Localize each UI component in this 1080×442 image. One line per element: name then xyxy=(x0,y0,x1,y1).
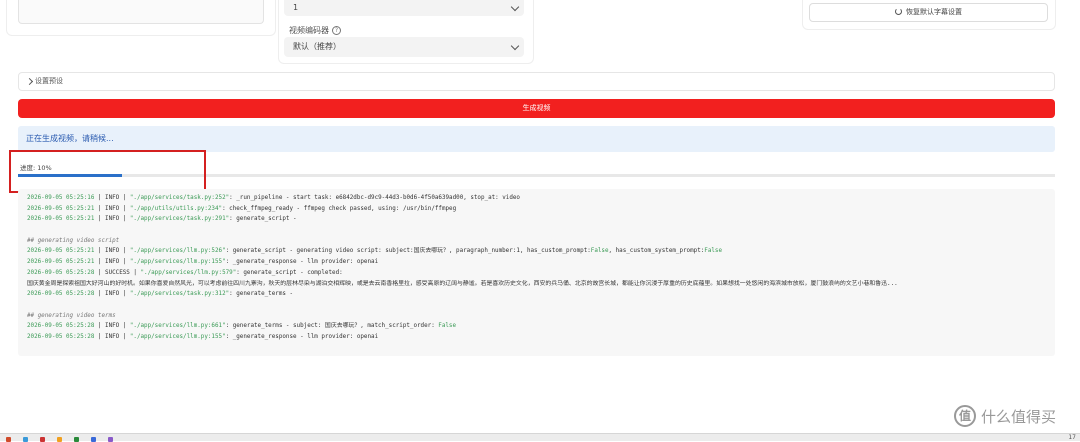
log-text: : generate_script - completed: xyxy=(236,269,343,276)
taskbar-app-icon[interactable] xyxy=(6,437,11,442)
log-timestamp: 2026-09-05 05:25:21 xyxy=(27,248,95,255)
log-source-path: "./app/services/task.py:252" xyxy=(129,195,230,201)
log-lines: 2026-09-05 05:25:16 | INFO | "./app/serv… xyxy=(27,193,1047,343)
log-text: : _generate_response - llm provider: ope… xyxy=(225,333,379,340)
watermark-text: 什么值得买 xyxy=(981,408,1057,426)
taskbar-app-icon[interactable] xyxy=(108,437,113,442)
log-comment: ## generating video terms xyxy=(27,312,116,319)
taskbar-app-icon[interactable] xyxy=(23,437,28,442)
log-text: | INFO | xyxy=(94,195,130,201)
log-line: 2026-09-05 05:25:21 | INFO | "./app/serv… xyxy=(27,246,1047,257)
clip-count-select[interactable]: 1 xyxy=(284,0,524,16)
log-text: : generate_script - generating video scr… xyxy=(225,248,591,255)
codec-select[interactable]: 默认（推荐） xyxy=(284,37,524,57)
log-comment: ## generating video script xyxy=(27,237,120,244)
log-text: | SUCCESS | xyxy=(94,269,141,276)
log-text: : generate_script - xyxy=(229,216,297,223)
chevron-down-icon xyxy=(510,41,520,51)
chevron-right-icon xyxy=(25,77,34,86)
log-text: False xyxy=(590,248,609,255)
log-source-path: "./app/services/task.py:291" xyxy=(129,216,230,223)
status-banner: 正在生成视频，请稍候... xyxy=(18,126,1055,152)
log-text: : check_ffmpeg_ready - ffmpeg check pass… xyxy=(222,205,457,212)
chevron-down-icon xyxy=(510,2,520,12)
log-timestamp: 2026-09-05 05:25:21 xyxy=(27,216,95,223)
codec-select-value: 默认（推荐） xyxy=(293,42,341,51)
codec-label-row: 视频编码器? xyxy=(289,25,341,36)
log-line: ## generating video terms xyxy=(27,311,1047,322)
log-source-path: "./app/services/llm.py:526" xyxy=(129,248,226,255)
log-text: | INFO | xyxy=(94,323,130,330)
log-source-path: "./app/services/llm.py:155" xyxy=(129,259,226,266)
status-banner-text: 正在生成视频，请稍候... xyxy=(26,134,114,143)
restore-default-subtitle-button[interactable]: 恢复默认字幕设置 xyxy=(809,3,1048,22)
log-text: False xyxy=(438,323,457,330)
generate-video-button[interactable]: 生成视频 xyxy=(18,99,1055,118)
log-timestamp: 2026-09-05 05:25:28 xyxy=(27,333,95,340)
taskbar-clock: 17 xyxy=(1068,434,1076,441)
log-line: 2026-09-05 05:25:21 | INFO | "./app/serv… xyxy=(27,257,1047,268)
log-output-panel: 2026-09-05 05:25:16 | INFO | "./app/serv… xyxy=(18,189,1055,356)
log-text: : generate_terms - subject: 国庆去哪玩？, matc… xyxy=(225,323,439,330)
taskbar: 17 xyxy=(0,433,1080,442)
log-text: : _run_pipeline - start task: e6842dbc-d… xyxy=(229,195,520,201)
log-source-path: "./app/services/llm.py:661" xyxy=(129,323,226,330)
clip-count-value: 1 xyxy=(293,3,299,12)
log-source-path: "./app/utils/utils.py:234" xyxy=(129,205,223,212)
log-line: 国庆黄金周是探索祖国大好河山的好时机。如果你喜爱自然风光，可以考虑前往四川九寨沟… xyxy=(27,279,1047,290)
log-text: : _generate_response - llm provider: ope… xyxy=(225,259,379,266)
log-timestamp: 2026-09-05 05:25:21 xyxy=(27,259,95,266)
log-timestamp: 2026-09-05 05:25:28 xyxy=(27,269,95,276)
help-icon[interactable]: ? xyxy=(332,26,341,35)
log-source-path: "./app/services/llm.py:579" xyxy=(140,269,237,276)
codec-label: 视频编码器 xyxy=(289,26,329,35)
log-line: 2026-09-05 05:25:21 | INFO | "./app/util… xyxy=(27,204,1047,215)
log-text: | INFO | xyxy=(94,291,130,298)
log-line: 2026-09-05 05:25:28 | SUCCESS | "./app/s… xyxy=(27,268,1047,279)
log-text: | INFO | xyxy=(94,216,130,223)
restore-button-label: 恢复默认字幕设置 xyxy=(906,8,962,16)
textarea-field[interactable] xyxy=(18,0,264,24)
log-source-path: "./app/services/task.py:312" xyxy=(129,291,230,298)
log-timestamp: 2026-09-05 05:25:21 xyxy=(27,205,95,212)
log-text: , has_custom_system_prompt: xyxy=(608,248,705,255)
taskbar-app-icon[interactable] xyxy=(91,437,96,442)
log-text: 国庆黄金周是探索祖国大好河山的好时机。如果你喜爱自然风光，可以考虑前往四川九寨沟… xyxy=(27,280,898,287)
taskbar-app-icon[interactable] xyxy=(57,437,62,442)
log-text: | INFO | xyxy=(94,205,130,212)
log-text: : generate_terms - xyxy=(229,291,294,298)
log-text: | INFO | xyxy=(94,259,130,266)
log-text: | INFO | xyxy=(94,248,130,255)
log-text: | INFO | xyxy=(94,333,130,340)
log-timestamp: 2026-09-05 05:25:28 xyxy=(27,323,95,330)
refresh-icon xyxy=(895,8,902,15)
log-line: 2026-09-05 05:25:21 | INFO | "./app/serv… xyxy=(27,214,1047,225)
log-line: 2026-09-05 05:25:28 | INFO | "./app/serv… xyxy=(27,321,1047,332)
taskbar-app-icon[interactable] xyxy=(40,437,45,442)
log-source-path: "./app/services/llm.py:155" xyxy=(129,333,226,340)
settings-preset-label: 设置预设 xyxy=(35,77,63,85)
log-line: ## generating video script xyxy=(27,236,1047,247)
log-line: 2026-09-05 05:25:28 | INFO | "./app/serv… xyxy=(27,289,1047,300)
log-line: 2026-09-05 05:25:16 | INFO | "./app/serv… xyxy=(27,193,1047,204)
settings-preset-expander[interactable]: 设置预设 xyxy=(18,72,1055,91)
log-text: False xyxy=(704,248,723,255)
log-timestamp: 2026-09-05 05:25:16 xyxy=(27,195,95,201)
log-line: 2026-09-05 05:25:28 | INFO | "./app/serv… xyxy=(27,332,1047,343)
highlight-annotation-box xyxy=(9,150,206,193)
log-timestamp: 2026-09-05 05:25:28 xyxy=(27,291,95,298)
watermark-logo-icon: 值 xyxy=(954,405,976,427)
taskbar-app-icon[interactable] xyxy=(74,437,79,442)
